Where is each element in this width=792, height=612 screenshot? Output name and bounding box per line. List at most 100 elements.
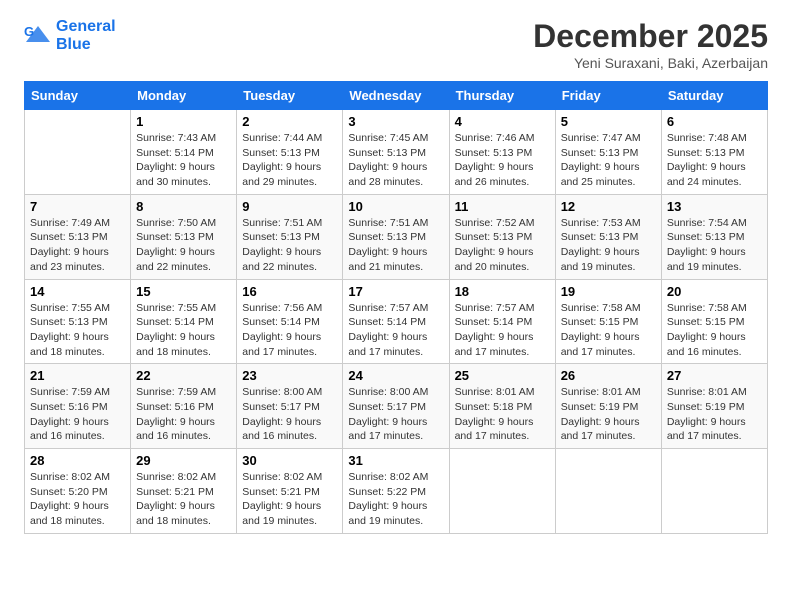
logo: G General Blue [24,18,116,53]
day-number: 29 [136,453,231,468]
day-number: 21 [30,368,125,383]
day-number: 13 [667,199,762,214]
calendar-cell: 8 Sunrise: 7:50 AMSunset: 5:13 PMDaylight… [131,194,237,279]
day-number: 17 [348,284,443,299]
calendar-week-row: 7Sunrise: 7:49 AMSunset: 5:13 PMDaylight… [25,194,768,279]
day-detail: Sunrise: 7:43 AMSunset: 5:14 PMDaylight:… [136,131,231,190]
day-number: 24 [348,368,443,383]
page: G General Blue December 2025 Yeni Suraxa… [0,0,792,546]
day-number: 9 [242,199,337,214]
day-number: 5 [561,114,656,129]
calendar-cell: 2Sunrise: 7:44 AMSunset: 5:13 PMDaylight… [237,110,343,195]
day-number: 22 [136,368,231,383]
calendar-table: SundayMondayTuesdayWednesdayThursdayFrid… [24,81,768,534]
header-row: SundayMondayTuesdayWednesdayThursdayFrid… [25,82,768,110]
day-number: 25 [455,368,550,383]
day-detail: Sunrise: 8:01 AMSunset: 5:19 PMDaylight:… [561,385,656,444]
calendar-cell: 15Sunrise: 7:55 AMSunset: 5:14 PMDayligh… [131,279,237,364]
day-detail: Sunrise: 7:47 AMSunset: 5:13 PMDaylight:… [561,131,656,190]
calendar-week-row: 14 Sunrise: 7:55 AMSunset: 5:13 PMDayligh… [25,279,768,364]
day-detail: Sunrise: 7:46 AMSunset: 5:13 PMDaylight:… [455,131,550,190]
header-day: Thursday [449,82,555,110]
day-detail: Sunrise: 8:01 AMSunset: 5:19 PMDaylight:… [667,385,762,444]
calendar-week-row: 28 Sunrise: 8:02 AMSunset: 5:20 PMDayligh… [25,449,768,534]
logo-line2: Blue [56,36,116,54]
calendar-cell: 10Sunrise: 7:51 AMSunset: 5:13 PMDayligh… [343,194,449,279]
calendar-cell: 4 Sunrise: 7:46 AMSunset: 5:13 PMDaylight… [449,110,555,195]
day-number: 28 [30,453,125,468]
day-detail: Sunrise: 8:01 AMSunset: 5:18 PMDaylight:… [455,385,550,444]
day-detail: Sunrise: 8:02 AMSunset: 5:21 PMDaylight:… [242,470,337,529]
day-number: 16 [242,284,337,299]
calendar-cell: 1 Sunrise: 7:43 AMSunset: 5:14 PMDaylight… [131,110,237,195]
calendar-cell [25,110,131,195]
day-number: 12 [561,199,656,214]
month-title: December 2025 [533,18,768,55]
logo-icon: G [24,22,52,50]
day-number: 20 [667,284,762,299]
calendar-cell: 6Sunrise: 7:48 AMSunset: 5:13 PMDaylight… [661,110,767,195]
day-detail: Sunrise: 7:51 AMSunset: 5:13 PMDaylight:… [242,216,337,275]
title-area: December 2025 Yeni Suraxani, Baki, Azerb… [533,18,768,71]
day-number: 1 [136,114,231,129]
header-day: Friday [555,82,661,110]
header-day: Sunday [25,82,131,110]
day-detail: Sunrise: 7:58 AMSunset: 5:15 PMDaylight:… [561,301,656,360]
day-detail: Sunrise: 7:55 AMSunset: 5:13 PMDaylight:… [30,301,125,360]
header-day: Saturday [661,82,767,110]
calendar-cell: 23 Sunrise: 8:00 AMSunset: 5:17 PMDayligh… [237,364,343,449]
calendar-cell: 19 Sunrise: 7:58 AMSunset: 5:15 PMDayligh… [555,279,661,364]
day-number: 7 [30,199,125,214]
day-number: 23 [242,368,337,383]
calendar-cell: 18Sunrise: 7:57 AMSunset: 5:14 PMDayligh… [449,279,555,364]
calendar-cell: 30 Sunrise: 8:02 AMSunset: 5:21 PMDayligh… [237,449,343,534]
calendar-cell: 17 Sunrise: 7:57 AMSunset: 5:14 PMDayligh… [343,279,449,364]
calendar-cell: 29Sunrise: 8:02 AMSunset: 5:21 PMDayligh… [131,449,237,534]
calendar-cell: 11 Sunrise: 7:52 AMSunset: 5:13 PMDayligh… [449,194,555,279]
header-day: Tuesday [237,82,343,110]
calendar-cell: 5 Sunrise: 7:47 AMSunset: 5:13 PMDaylight… [555,110,661,195]
day-number: 4 [455,114,550,129]
header-day: Wednesday [343,82,449,110]
day-detail: Sunrise: 8:02 AMSunset: 5:22 PMDaylight:… [348,470,443,529]
calendar-cell: 9 Sunrise: 7:51 AMSunset: 5:13 PMDaylight… [237,194,343,279]
day-number: 14 [30,284,125,299]
day-detail: Sunrise: 7:56 AMSunset: 5:14 PMDaylight:… [242,301,337,360]
calendar-cell [555,449,661,534]
calendar-cell: 14 Sunrise: 7:55 AMSunset: 5:13 PMDayligh… [25,279,131,364]
day-detail: Sunrise: 7:54 AMSunset: 5:13 PMDaylight:… [667,216,762,275]
day-detail: Sunrise: 7:57 AMSunset: 5:14 PMDaylight:… [348,301,443,360]
calendar-cell: 16 Sunrise: 7:56 AMSunset: 5:14 PMDayligh… [237,279,343,364]
day-detail: Sunrise: 7:58 AMSunset: 5:15 PMDaylight:… [667,301,762,360]
location: Yeni Suraxani, Baki, Azerbaijan [533,55,768,71]
day-number: 30 [242,453,337,468]
day-detail: Sunrise: 8:02 AMSunset: 5:20 PMDaylight:… [30,470,125,529]
calendar-cell: 3 Sunrise: 7:45 AMSunset: 5:13 PMDaylight… [343,110,449,195]
day-number: 6 [667,114,762,129]
calendar-cell: 13 Sunrise: 7:54 AMSunset: 5:13 PMDayligh… [661,194,767,279]
day-detail: Sunrise: 7:45 AMSunset: 5:13 PMDaylight:… [348,131,443,190]
day-detail: Sunrise: 8:00 AMSunset: 5:17 PMDaylight:… [348,385,443,444]
calendar-cell: 27 Sunrise: 8:01 AMSunset: 5:19 PMDayligh… [661,364,767,449]
day-detail: Sunrise: 7:50 AMSunset: 5:13 PMDaylight:… [136,216,231,275]
day-number: 15 [136,284,231,299]
day-number: 11 [455,199,550,214]
calendar-cell: 12Sunrise: 7:53 AMSunset: 5:13 PMDayligh… [555,194,661,279]
day-number: 19 [561,284,656,299]
day-number: 2 [242,114,337,129]
calendar-cell: 21 Sunrise: 7:59 AMSunset: 5:16 PMDayligh… [25,364,131,449]
day-number: 18 [455,284,550,299]
calendar-cell [661,449,767,534]
day-number: 3 [348,114,443,129]
calendar-cell: 28 Sunrise: 8:02 AMSunset: 5:20 PMDayligh… [25,449,131,534]
day-number: 8 [136,199,231,214]
day-detail: Sunrise: 7:51 AMSunset: 5:13 PMDaylight:… [348,216,443,275]
day-detail: Sunrise: 7:59 AMSunset: 5:16 PMDaylight:… [30,385,125,444]
calendar-cell: 24 Sunrise: 8:00 AMSunset: 5:17 PMDayligh… [343,364,449,449]
header: G General Blue December 2025 Yeni Suraxa… [24,18,768,71]
day-detail: Sunrise: 8:00 AMSunset: 5:17 PMDaylight:… [242,385,337,444]
day-detail: Sunrise: 7:52 AMSunset: 5:13 PMDaylight:… [455,216,550,275]
day-number: 27 [667,368,762,383]
calendar-cell [449,449,555,534]
calendar-week-row: 1 Sunrise: 7:43 AMSunset: 5:14 PMDaylight… [25,110,768,195]
